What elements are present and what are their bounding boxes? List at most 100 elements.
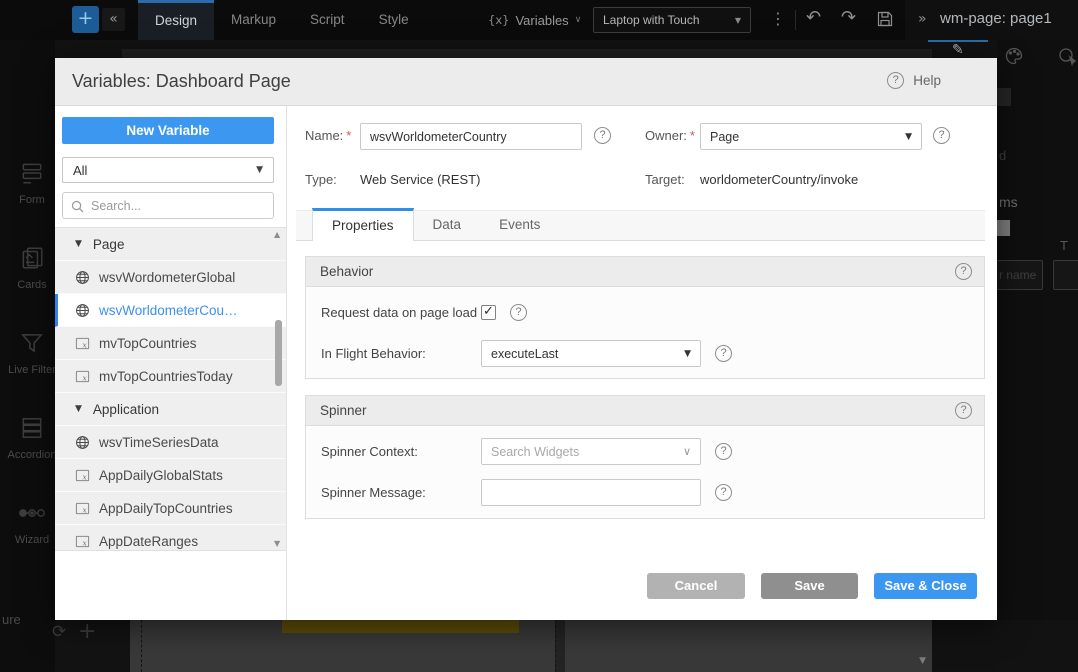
save-and-close-button[interactable]: Save & Close [874,573,977,599]
inflight-select[interactable]: executeLast ▼ [481,340,701,367]
request-data-checkbox[interactable]: ✓ [481,305,496,320]
undo-icon[interactable]: ↶ [806,7,821,28]
spinner-context-select[interactable]: Search Widgets ∨ [481,438,701,465]
spinner-help-icon[interactable]: ? [955,402,972,419]
accordion-icon [19,428,45,445]
inflight-help-icon[interactable]: ? [715,345,732,362]
spinner-message-help-icon[interactable]: ? [715,484,732,501]
variable-list-item[interactable]: xAppDailyGlobalStats [55,459,286,492]
inflight-label: In Flight Behavior: [321,346,481,361]
caret-down-icon: ▼ [75,404,82,414]
type-value: Web Service (REST) [360,172,480,187]
redo-icon[interactable]: ↷ [841,7,856,28]
variable-name: AppDailyTopCountries [99,501,233,516]
owner-select[interactable]: Page ▼ [700,123,922,150]
spinner-section-header: Spinner ? [306,396,984,426]
tab-properties[interactable]: Properties [312,208,414,241]
theme-palette-icon[interactable] [1004,46,1024,66]
dimmed-canvas-panel [130,620,555,672]
variable-list-item[interactable]: x AppDateRanges [55,525,286,551]
inspect-magnifier-icon[interactable] [1057,46,1078,67]
behavior-help-icon[interactable]: ? [955,263,972,280]
variables-sidebar: New Variable All ▼ ▼PagewsvWordometerGlo… [55,106,287,620]
spinner-section: Spinner ? Spinner Context: Search Widget… [305,395,985,519]
check-icon: ✓ [483,304,494,319]
palette-item-cards[interactable]: Cards [0,233,55,313]
variable-list-item[interactable]: wsvTimeSeriesData [55,426,286,459]
palette-item-label: Cards [0,279,55,291]
toolbar-tab-design[interactable]: Design [138,0,214,40]
variable-name: wsvWorldometerCou… [99,303,238,318]
required-marker: * [346,128,351,143]
breadcrumb-chevron-icon[interactable]: » [918,11,927,27]
canvas-column-divider [555,620,565,672]
palette-item-label: Form [0,194,55,206]
toolbar-tab-script[interactable]: Script [293,0,362,40]
variable-list-item[interactable]: wsvWorldometerCou… [55,294,286,327]
name-help-icon[interactable]: ? [594,127,611,144]
edit-pencil-icon[interactable]: ✎ [952,42,964,58]
variable-filter-select[interactable]: All ▼ [62,157,274,183]
variable-group-application[interactable]: ▼Application [55,393,286,426]
variable-detail: Name:* ? Owner:* Page ▼ ? Type: Web Serv… [287,106,997,620]
variables-braces-icon: {x} [488,13,509,27]
dialog-footer: Cancel Save Save & Close [647,573,977,599]
tab-data[interactable]: Data [414,210,481,240]
caret-down-icon: ▼ [684,349,691,359]
model-variable-icon: x [75,468,90,483]
web-service-icon [75,303,90,318]
variable-list-item[interactable]: xmvTopCountriesToday [55,360,286,393]
dimmed-canvas-edge [122,49,932,58]
toolbar-tab-style[interactable]: Style [362,0,426,40]
kebab-menu-icon[interactable]: ⋮ [770,9,786,28]
spinner-message-label: Spinner Message: [321,485,481,500]
variable-list-item[interactable]: xmvTopCountries [55,327,286,360]
help-button[interactable]: ? Help [887,72,941,89]
properties-panel: d ms T r name [997,40,1078,672]
cards-icon [19,258,45,275]
dialog-header: Variables: Dashboard Page ? Help [55,58,997,106]
page-breadcrumb[interactable]: wm-page: page1 [940,10,1052,27]
device-selector[interactable]: Laptop with Touch ▼ [593,7,751,33]
variable-list-item[interactable]: wsvWordometerGlobal [55,261,286,294]
scroll-down-icon[interactable]: ▼ [274,539,280,548]
required-marker: * [690,128,695,143]
behavior-section-title: Behavior [320,264,373,279]
name-input[interactable] [360,123,582,150]
collapse-icon[interactable]: « [102,8,125,31]
new-variable-button[interactable]: New Variable [62,117,274,144]
panel-text-fragment: d [999,148,1006,163]
spinner-context-placeholder: Search Widgets [491,445,579,459]
model-variable-icon: x [75,336,90,351]
spinner-context-help-icon[interactable]: ? [715,443,732,460]
variable-list-item[interactable]: xAppDailyTopCountries [55,492,286,525]
variable-search-input[interactable] [89,194,269,217]
panel-text-fragment: ms [999,194,1018,210]
add-widget-button[interactable]: + [72,6,99,33]
toolbar-divider [795,10,796,30]
save-icon[interactable] [876,10,894,33]
caret-down-icon: ▼ [256,165,263,175]
scrollbar-thumb[interactable] [275,320,282,386]
model-variable-icon: x [75,534,90,549]
scroll-up-icon[interactable]: ▲ [274,230,280,239]
spinner-message-input[interactable] [481,479,701,506]
palette-item-form[interactable]: Form [0,148,55,228]
behavior-section: Behavior ? Request data on page load ✓ ?… [305,256,985,379]
request-data-help-icon[interactable]: ? [510,304,527,321]
request-data-label: Request data on page load [321,305,481,320]
palette-item-wizard[interactable]: Wizard [0,488,55,568]
owner-value: Page [710,130,739,144]
variable-name: AppDateRanges [99,534,198,549]
cancel-button[interactable]: Cancel [647,573,745,599]
toolbar-tab-markup[interactable]: Markup [214,0,293,40]
list-scrollbar[interactable]: ▲ ▼ [273,228,284,550]
tab-events[interactable]: Events [480,210,559,240]
variable-group-page[interactable]: ▼Page [55,228,286,261]
behavior-section-header: Behavior ? [306,257,984,287]
variables-menu[interactable]: {x} Variables ∨ [488,0,581,40]
palette-item-live-filter[interactable]: Live Filter [0,318,55,398]
owner-help-icon[interactable]: ? [933,127,950,144]
palette-item-accordion[interactable]: Accordion [0,403,55,483]
save-button[interactable]: Save [761,573,858,599]
